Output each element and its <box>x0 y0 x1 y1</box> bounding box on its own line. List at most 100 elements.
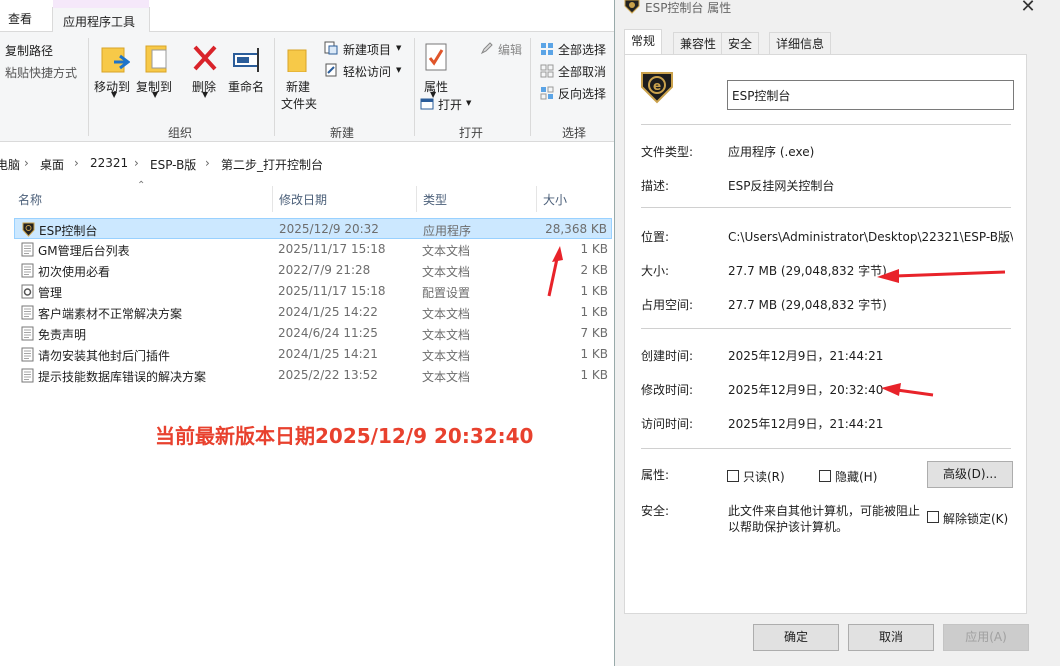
copy-to-icon <box>145 45 167 73</box>
column-header-size[interactable]: 大小 <box>543 191 567 208</box>
invert-selection-button[interactable]: 反向选择 <box>558 85 606 102</box>
hidden-label[interactable]: 隐藏(H) <box>835 468 877 485</box>
unblock-label[interactable]: 解除锁定(K) <box>943 510 1008 527</box>
properties-dialog: ESP控制台 属性 ✕ 常规 兼容性 安全 详细信息 e ESP控制台 文件类型… <box>614 0 1060 666</box>
breadcrumb-separator-icon: › <box>205 156 210 170</box>
copy-path-button[interactable]: 复制路径 <box>5 42 53 59</box>
description-label: 描述: <box>641 179 670 193</box>
text-file-icon <box>21 368 34 383</box>
open-button[interactable]: 打开 <box>438 96 462 113</box>
file-date: 2025/2/22 13:52 <box>278 368 378 382</box>
dropdown-arrow-icon: ▼ <box>152 90 159 99</box>
column-divider[interactable] <box>416 186 417 212</box>
file-date: 2024/1/25 14:22 <box>278 305 378 319</box>
breadcrumb-item[interactable]: 桌面 <box>40 156 64 173</box>
column-header-name[interactable]: 名称 <box>18 191 42 208</box>
disk-size-label: 占用空间: <box>641 298 694 312</box>
accessed-value: 2025年12月9日，21:44:21 <box>728 417 884 431</box>
advanced-button[interactable]: 高级(D)... <box>927 461 1013 488</box>
red-arrow-annotation-icon <box>547 246 563 297</box>
table-row[interactable]: 客户端素材不正常解决方案 2024/1/25 14:22 文本文档 1 KB <box>14 302 612 323</box>
red-arrow-annotation-icon <box>877 269 1006 283</box>
red-arrow-annotation-icon <box>881 383 934 397</box>
version-date-annotation: 当前最新版本日期2025/12/9 20:32:40 <box>155 424 534 448</box>
file-name-field[interactable]: ESP控制台 <box>727 80 1014 110</box>
properties-icon <box>425 43 447 71</box>
file-type: 文本文档 <box>422 307 471 321</box>
column-header-date[interactable]: 修改日期 <box>279 191 327 208</box>
breadcrumb-item[interactable]: ESP-B版 <box>150 156 196 173</box>
file-date: 2022/7/9 21:28 <box>278 263 371 277</box>
description-value: ESP反挂网关控制台 <box>728 179 835 193</box>
divider <box>641 448 1011 449</box>
table-row[interactable]: 请勿安装其他封后门插件 2024/1/25 14:21 文本文档 1 KB <box>14 344 612 365</box>
divider <box>530 38 531 136</box>
breadcrumb-item[interactable]: 22321 <box>90 156 128 170</box>
apply-button[interactable]: 应用(A) <box>943 624 1029 651</box>
modified-label: 修改时间: <box>641 383 694 397</box>
app-large-icon: e <box>641 72 673 104</box>
new-item-icon <box>324 41 338 55</box>
tab-compatibility[interactable]: 兼容性 <box>673 32 724 54</box>
table-row[interactable]: GM管理后台列表 2025/11/17 15:18 文本文档 1 KB <box>14 239 612 260</box>
open-icon <box>420 98 434 110</box>
new-folder-label-2[interactable]: 文件夹 <box>281 95 317 112</box>
tab-view[interactable]: 查看 <box>8 10 32 27</box>
ok-button[interactable]: 确定 <box>753 624 839 651</box>
readonly-checkbox[interactable] <box>727 470 739 482</box>
easy-access-button[interactable]: 轻松访问 <box>343 63 391 80</box>
file-name: 请勿安装其他封后门插件 <box>38 349 171 363</box>
svg-text:e: e <box>653 79 661 93</box>
table-row[interactable]: ESP控制台 2025/12/9 20:32 应用程序 28,368 KB <box>14 218 612 239</box>
divider <box>641 207 1011 208</box>
divider <box>88 38 89 136</box>
file-size: 1 KB <box>580 368 608 382</box>
file-date: 2025/12/9 20:32 <box>279 222 379 236</box>
tab-general[interactable]: 常规 <box>624 29 663 55</box>
table-row[interactable]: 管理 2025/11/17 15:18 配置设置 1 KB <box>14 281 612 302</box>
readonly-label[interactable]: 只读(R) <box>743 468 785 485</box>
new-item-button[interactable]: 新建项目 <box>343 41 391 58</box>
select-none-button[interactable]: 全部取消 <box>558 63 606 80</box>
unblock-checkbox[interactable] <box>927 511 939 523</box>
column-header-type[interactable]: 类型 <box>423 191 447 208</box>
divider <box>274 38 275 136</box>
contextual-tab-highlight <box>53 0 149 8</box>
close-button[interactable]: ✕ <box>1013 0 1043 17</box>
tab-security[interactable]: 安全 <box>721 32 760 54</box>
app-title-icon <box>624 0 640 14</box>
tab-details[interactable]: 详细信息 <box>769 32 832 54</box>
new-folder-label-1[interactable]: 新建 <box>286 78 310 95</box>
cancel-button[interactable]: 取消 <box>848 624 934 651</box>
file-size: 1 KB <box>580 305 608 319</box>
breadcrumb-item[interactable]: 第二步_打开控制台 <box>221 156 323 173</box>
select-all-button[interactable]: 全部选择 <box>558 41 606 58</box>
tab-app-tools[interactable]: 应用程序工具 <box>52 0 150 33</box>
text-file-icon <box>21 263 34 278</box>
file-type: 文本文档 <box>422 265 471 279</box>
divider <box>414 38 415 136</box>
text-file-icon <box>21 347 34 362</box>
column-divider[interactable] <box>536 186 537 212</box>
file-type: 文本文档 <box>422 370 471 384</box>
easy-access-icon <box>325 63 337 77</box>
column-divider[interactable] <box>272 186 273 212</box>
table-row[interactable]: 提示技能数据库错误的解决方案 2025/2/22 13:52 文本文档 1 KB <box>14 365 612 386</box>
general-panel: e ESP控制台 文件类型: 应用程序 (.exe) 描述: ESP反挂网关控制… <box>624 54 1027 614</box>
file-date: 2025/11/17 15:18 <box>278 284 386 298</box>
file-size: 28,368 KB <box>545 222 607 236</box>
breadcrumb-item[interactable]: 电脑 <box>0 156 20 173</box>
rename-button[interactable]: 重命名 <box>228 78 264 95</box>
hidden-checkbox[interactable] <box>819 470 831 482</box>
edit-button[interactable]: 编辑 <box>498 41 522 58</box>
table-row[interactable]: 初次使用必看 2022/7/9 21:28 文本文档 2 KB <box>14 260 612 281</box>
divider <box>641 328 1011 329</box>
file-name: GM管理后台列表 <box>38 244 130 258</box>
ribbon: 复制路径 粘贴快捷方式 移动到 ▼ 复制到 ▼ 删除 ▼ 重命名 组织 新建 文… <box>0 32 620 142</box>
dropdown-arrow-icon: ▼ <box>202 90 209 99</box>
created-label: 创建时间: <box>641 349 694 363</box>
size-label: 大小: <box>641 264 670 278</box>
paste-shortcut-button[interactable]: 粘贴快捷方式 <box>5 64 77 81</box>
ribbon-tab-bar: 查看 应用程序工具 <box>0 0 620 33</box>
table-row[interactable]: 免责声明 2024/6/24 11:25 文本文档 7 KB <box>14 323 612 344</box>
